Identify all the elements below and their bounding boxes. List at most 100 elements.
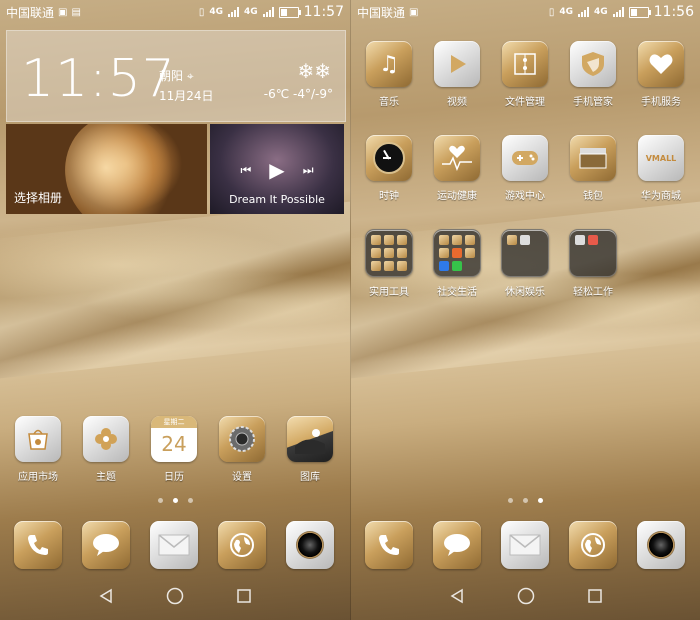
messages-icon (82, 521, 130, 569)
navigation-bar (351, 576, 700, 620)
home-screen-right: 中国联通 ▣ ▯ 4G 4G 11:56 ♫ 音乐 视频 文件管理 手机管家 手… (350, 0, 700, 620)
next-track-icon[interactable]: ⏭ (303, 163, 314, 178)
dock-camera[interactable] (630, 521, 692, 569)
music-widget[interactable]: ⏮ ▶ ⏭ Dream It Possible (210, 124, 344, 214)
battery-icon (278, 6, 301, 18)
app-app-store[interactable]: 应用市场 (7, 416, 69, 483)
gallery-icon (287, 416, 333, 462)
phone-manager-icon (570, 41, 616, 87)
back-icon[interactable] (449, 588, 465, 608)
folder-leisure[interactable]: 休闲娱乐 (494, 229, 556, 298)
folder-tools[interactable]: 实用工具 (358, 229, 420, 298)
page-indicator (351, 498, 700, 503)
app-calendar[interactable]: 星期二 24 日历 (143, 416, 205, 483)
network-type: 4G (559, 7, 573, 17)
app-theme[interactable]: 主题 (75, 416, 137, 483)
dock-phone[interactable] (358, 521, 420, 569)
status-time: 11:56 (653, 4, 694, 20)
app-video[interactable]: 视频 (426, 41, 488, 108)
app-phone-manager[interactable]: 手机管家 (562, 41, 624, 108)
camera-lens (647, 531, 675, 559)
carrier-name: 中国联通 (357, 5, 406, 20)
widget-temperature: -6℃ -4°/-9° (263, 87, 333, 101)
file-manager-icon (502, 41, 548, 87)
app-label: 华为商城 (641, 191, 681, 202)
calendar-icon: 星期二 24 (151, 416, 197, 462)
notification-icon: ▣ (409, 6, 419, 18)
network-type-2: 4G (243, 7, 258, 17)
recent-apps-icon[interactable] (587, 588, 603, 608)
app-label: 手机管家 (573, 97, 613, 108)
browser-icon (218, 521, 266, 569)
app-vmall[interactable]: VMALL 华为商城 (630, 135, 692, 202)
email-icon (501, 521, 549, 569)
page-dot[interactable] (157, 498, 163, 503)
home-icon[interactable] (166, 587, 184, 609)
dock-browser[interactable] (211, 521, 273, 569)
app-label: 应用市场 (18, 472, 58, 483)
app-gallery[interactable]: 图库 (279, 416, 341, 483)
page-dot-active[interactable] (172, 498, 178, 503)
widget-city: 朝阳 ⌖ (159, 69, 194, 83)
folder-label: 社交生活 (437, 287, 477, 298)
app-label: 文件管理 (505, 97, 545, 108)
home-icon[interactable] (517, 587, 535, 609)
page-dot[interactable] (523, 498, 528, 503)
page-indicator (0, 498, 350, 503)
widget-time: 11:57 (21, 49, 176, 109)
location-pin-icon: ⌖ (186, 69, 194, 83)
notification-icon: ▣ (58, 6, 68, 18)
phone-icon (365, 521, 413, 569)
settings-icon (219, 416, 265, 462)
app-wallet[interactable]: 钱包 (562, 135, 624, 202)
clock-weather-widget[interactable]: 11:57 朝阳 ⌖ 11月24日 ❄❄ -6℃ -4°/-9° (6, 30, 346, 122)
widget-date: 11月24日 (159, 89, 214, 103)
back-icon[interactable] (98, 588, 114, 608)
leisure-folder-icon (501, 229, 549, 277)
folder-label: 实用工具 (369, 287, 409, 298)
app-label: 时钟 (379, 191, 399, 202)
album-widget[interactable]: 选择相册 (6, 124, 207, 214)
folder-social[interactable]: 社交生活 (426, 229, 488, 298)
page-dot[interactable] (508, 498, 513, 503)
network-type: 4G (209, 7, 223, 17)
signal-icon (612, 7, 624, 17)
signal-icon (577, 7, 589, 17)
vmall-icon: VMALL (638, 135, 684, 181)
phone-icon (14, 521, 62, 569)
album-widget-label: 选择相册 (14, 191, 63, 205)
dock-phone[interactable] (7, 521, 69, 569)
folder-label: 休闲娱乐 (505, 287, 545, 298)
app-health[interactable]: 运动健康 (426, 135, 488, 202)
dock-messages[interactable] (426, 521, 488, 569)
app-game-center[interactable]: 游戏中心 (494, 135, 556, 202)
folder-work[interactable]: 轻松工作 (562, 229, 624, 298)
app-clock[interactable]: 时钟 (358, 135, 420, 202)
recent-apps-icon[interactable] (236, 588, 252, 608)
tools-folder-icon (365, 229, 413, 277)
dock-browser[interactable] (562, 521, 624, 569)
app-label: 游戏中心 (505, 191, 545, 202)
signal-icon (262, 7, 274, 17)
app-label: 视频 (447, 97, 467, 108)
app-label: 手机服务 (641, 97, 681, 108)
network-type-2: 4G (593, 7, 608, 17)
dock-camera[interactable] (279, 521, 341, 569)
social-folder-icon (433, 229, 481, 277)
video-icon (434, 41, 480, 87)
theme-icon (83, 416, 129, 462)
page-dot-active[interactable] (538, 498, 543, 503)
play-icon[interactable]: ▶ (269, 158, 284, 182)
app-file-manager[interactable]: 文件管理 (494, 41, 556, 108)
camera-icon (286, 521, 334, 569)
battery-icon (628, 6, 651, 18)
previous-track-icon[interactable]: ⏮ (240, 163, 251, 178)
app-phone-service[interactable]: 手机服务 (630, 41, 692, 108)
app-settings[interactable]: 设置 (211, 416, 273, 483)
dock-messages[interactable] (75, 521, 137, 569)
camera-lens (296, 531, 324, 559)
app-music[interactable]: ♫ 音乐 (358, 41, 420, 108)
dock-email[interactable] (143, 521, 205, 569)
dock-email[interactable] (494, 521, 556, 569)
page-dot[interactable] (187, 498, 193, 503)
